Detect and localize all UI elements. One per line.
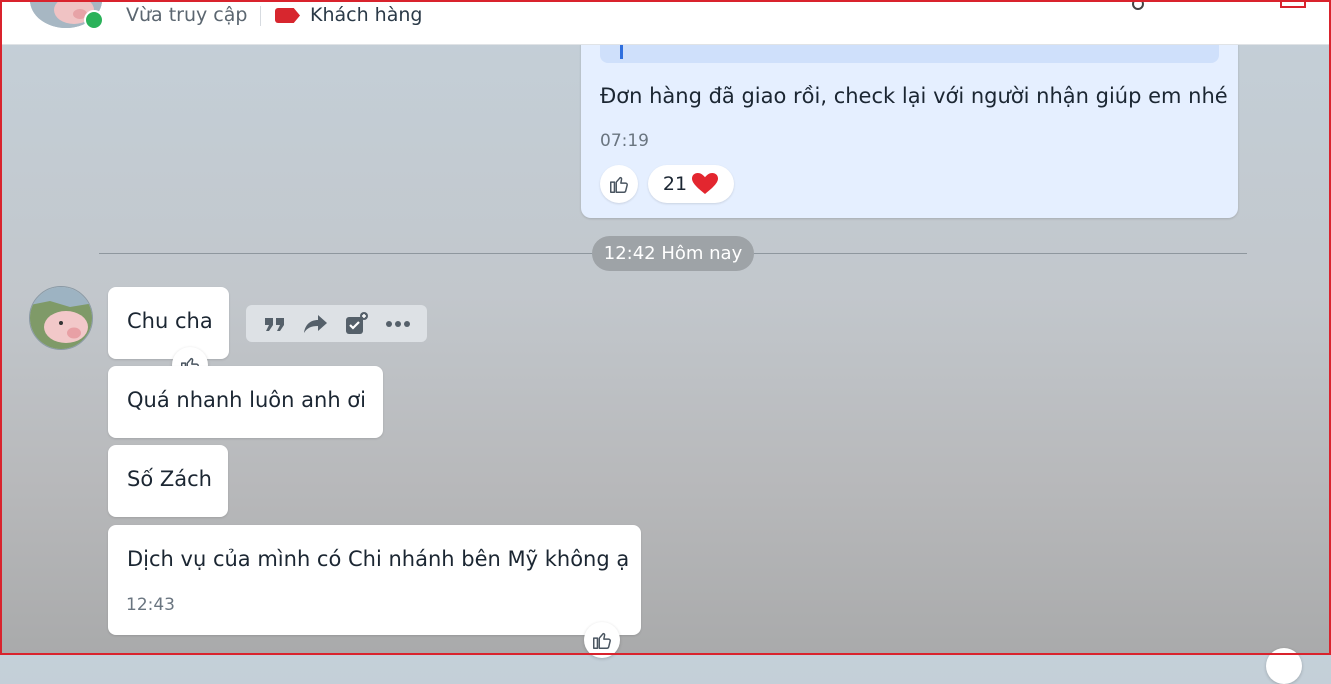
reaction-count: 21 — [662, 173, 688, 195]
header-divider — [260, 6, 261, 26]
quote-icon[interactable] — [262, 311, 288, 337]
add-task-icon[interactable] — [344, 311, 370, 337]
message-time: 07:19 — [600, 131, 649, 151]
reaction-summary[interactable]: 21 — [648, 165, 734, 203]
thumbs-up-icon — [610, 176, 628, 193]
message-action-toolbar — [246, 305, 427, 342]
like-reaction-button[interactable] — [584, 622, 620, 658]
more-icon[interactable] — [385, 311, 411, 337]
label-tag-icon[interactable] — [275, 8, 300, 23]
search-icon[interactable] — [1132, 0, 1144, 10]
message-text: Chu cha — [127, 309, 213, 333]
thumbs-up-icon — [593, 632, 611, 649]
online-indicator — [84, 10, 104, 30]
quote-bar — [620, 45, 623, 59]
like-reaction-button[interactable] — [600, 165, 638, 203]
forward-icon[interactable] — [303, 311, 329, 337]
message-time: 12:43 — [126, 595, 175, 615]
message-text: Số Zách — [127, 467, 212, 491]
message-text: Quá nhanh luôn anh ơi — [127, 388, 366, 412]
chat-header: Vừa truy cập Khách hàng — [2, 0, 1329, 45]
incoming-message[interactable]: Quá nhanh luôn anh ơi — [108, 366, 383, 438]
message-text: Dịch vụ của mình có Chi nhánh bên Mỹ khô… — [127, 547, 630, 571]
contact-status: Vừa truy cập — [126, 4, 248, 26]
contact-label[interactable]: Khách hàng — [310, 4, 422, 26]
scroll-down-button[interactable] — [1266, 648, 1302, 684]
message-text: Đơn hàng đã giao rồi, check lại với ngườ… — [600, 84, 1228, 108]
date-divider-label: 12:42 Hôm nay — [592, 236, 754, 271]
incoming-message[interactable]: Dịch vụ của mình có Chi nhánh bên Mỹ khô… — [108, 525, 641, 635]
incoming-message[interactable]: Chu cha — [108, 287, 229, 359]
sidebar-toggle-icon[interactable] — [1280, 0, 1306, 8]
sender-avatar[interactable] — [29, 286, 93, 350]
heart-icon — [692, 173, 719, 194]
incoming-message[interactable]: Số Zách — [108, 445, 228, 517]
